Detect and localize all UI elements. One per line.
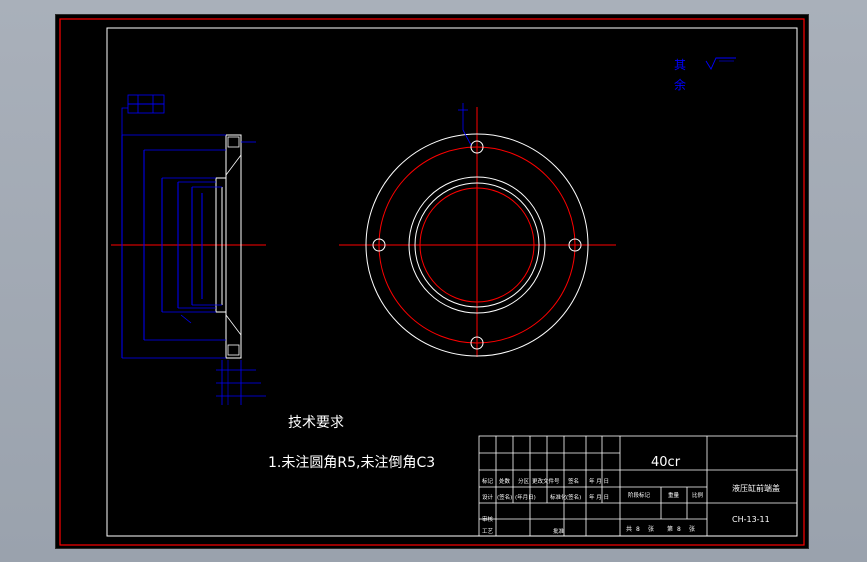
section-view <box>111 94 266 405</box>
material-label: 40cr <box>651 455 681 470</box>
roughness-note-2: 余 <box>674 77 686 92</box>
tb-r2-c6: 年 月 日 <box>589 493 609 501</box>
tb-sheet-total-label: 共 <box>626 525 632 533</box>
inner-frame <box>106 27 798 537</box>
tb-approve: 批准 <box>553 527 565 535</box>
tb-r1-c3: 分区 <box>518 477 530 485</box>
tb-sheet-unit-2: 张 <box>689 525 695 533</box>
roughness-symbol <box>705 57 736 70</box>
tb-sheet-no-label: 第 <box>667 525 673 533</box>
tb-stage-2: 重量 <box>668 491 680 499</box>
front-view <box>339 103 616 357</box>
cad-viewport[interactable]: 其 余 技术要求 1.未注圆角R5,未注倒角C3 标记 处数 分区 更改文件号 … <box>55 14 809 549</box>
tb-r2-c4: 标准化 <box>550 493 567 501</box>
roughness-note-1: 其 <box>674 58 686 72</box>
tb-r2-c3: (年月日) <box>515 493 536 501</box>
tb-r2-c5: (签名) <box>566 493 581 501</box>
tb-r1-c6: 年 月 日 <box>589 477 609 485</box>
tb-r1-c1: 标记 <box>482 477 494 485</box>
tb-stage-3: 比例 <box>692 491 704 499</box>
tb-r2-c2: (签名) <box>497 493 512 501</box>
tb-sheet-unit-1: 张 <box>648 525 654 533</box>
tb-sheet-no: 8 <box>677 526 681 533</box>
tb-r1-c5: 签名 <box>568 477 579 485</box>
tech-requirements-title: 技术要求 <box>288 415 344 431</box>
tb-r1-c2: 处数 <box>499 477 511 485</box>
drawing-number: CH-13-11 <box>732 515 770 524</box>
tb-r2-c1: 设计 <box>482 493 494 501</box>
tb-stage-1: 阶段标记 <box>628 491 651 499</box>
tb-sheet-total: 8 <box>636 526 640 533</box>
tb-left-2: 工艺 <box>482 528 494 535</box>
tb-r1-c4: 更改文件号 <box>532 477 560 485</box>
tb-left-1: 审核 <box>482 515 494 523</box>
tech-requirements-note: 1.未注圆角R5,未注倒角C3 <box>268 455 435 471</box>
drawing-canvas: 其 余 技术要求 1.未注圆角R5,未注倒角C3 标记 处数 分区 更改文件号 … <box>59 18 805 546</box>
part-name: 液压缸前端盖 <box>732 483 780 493</box>
